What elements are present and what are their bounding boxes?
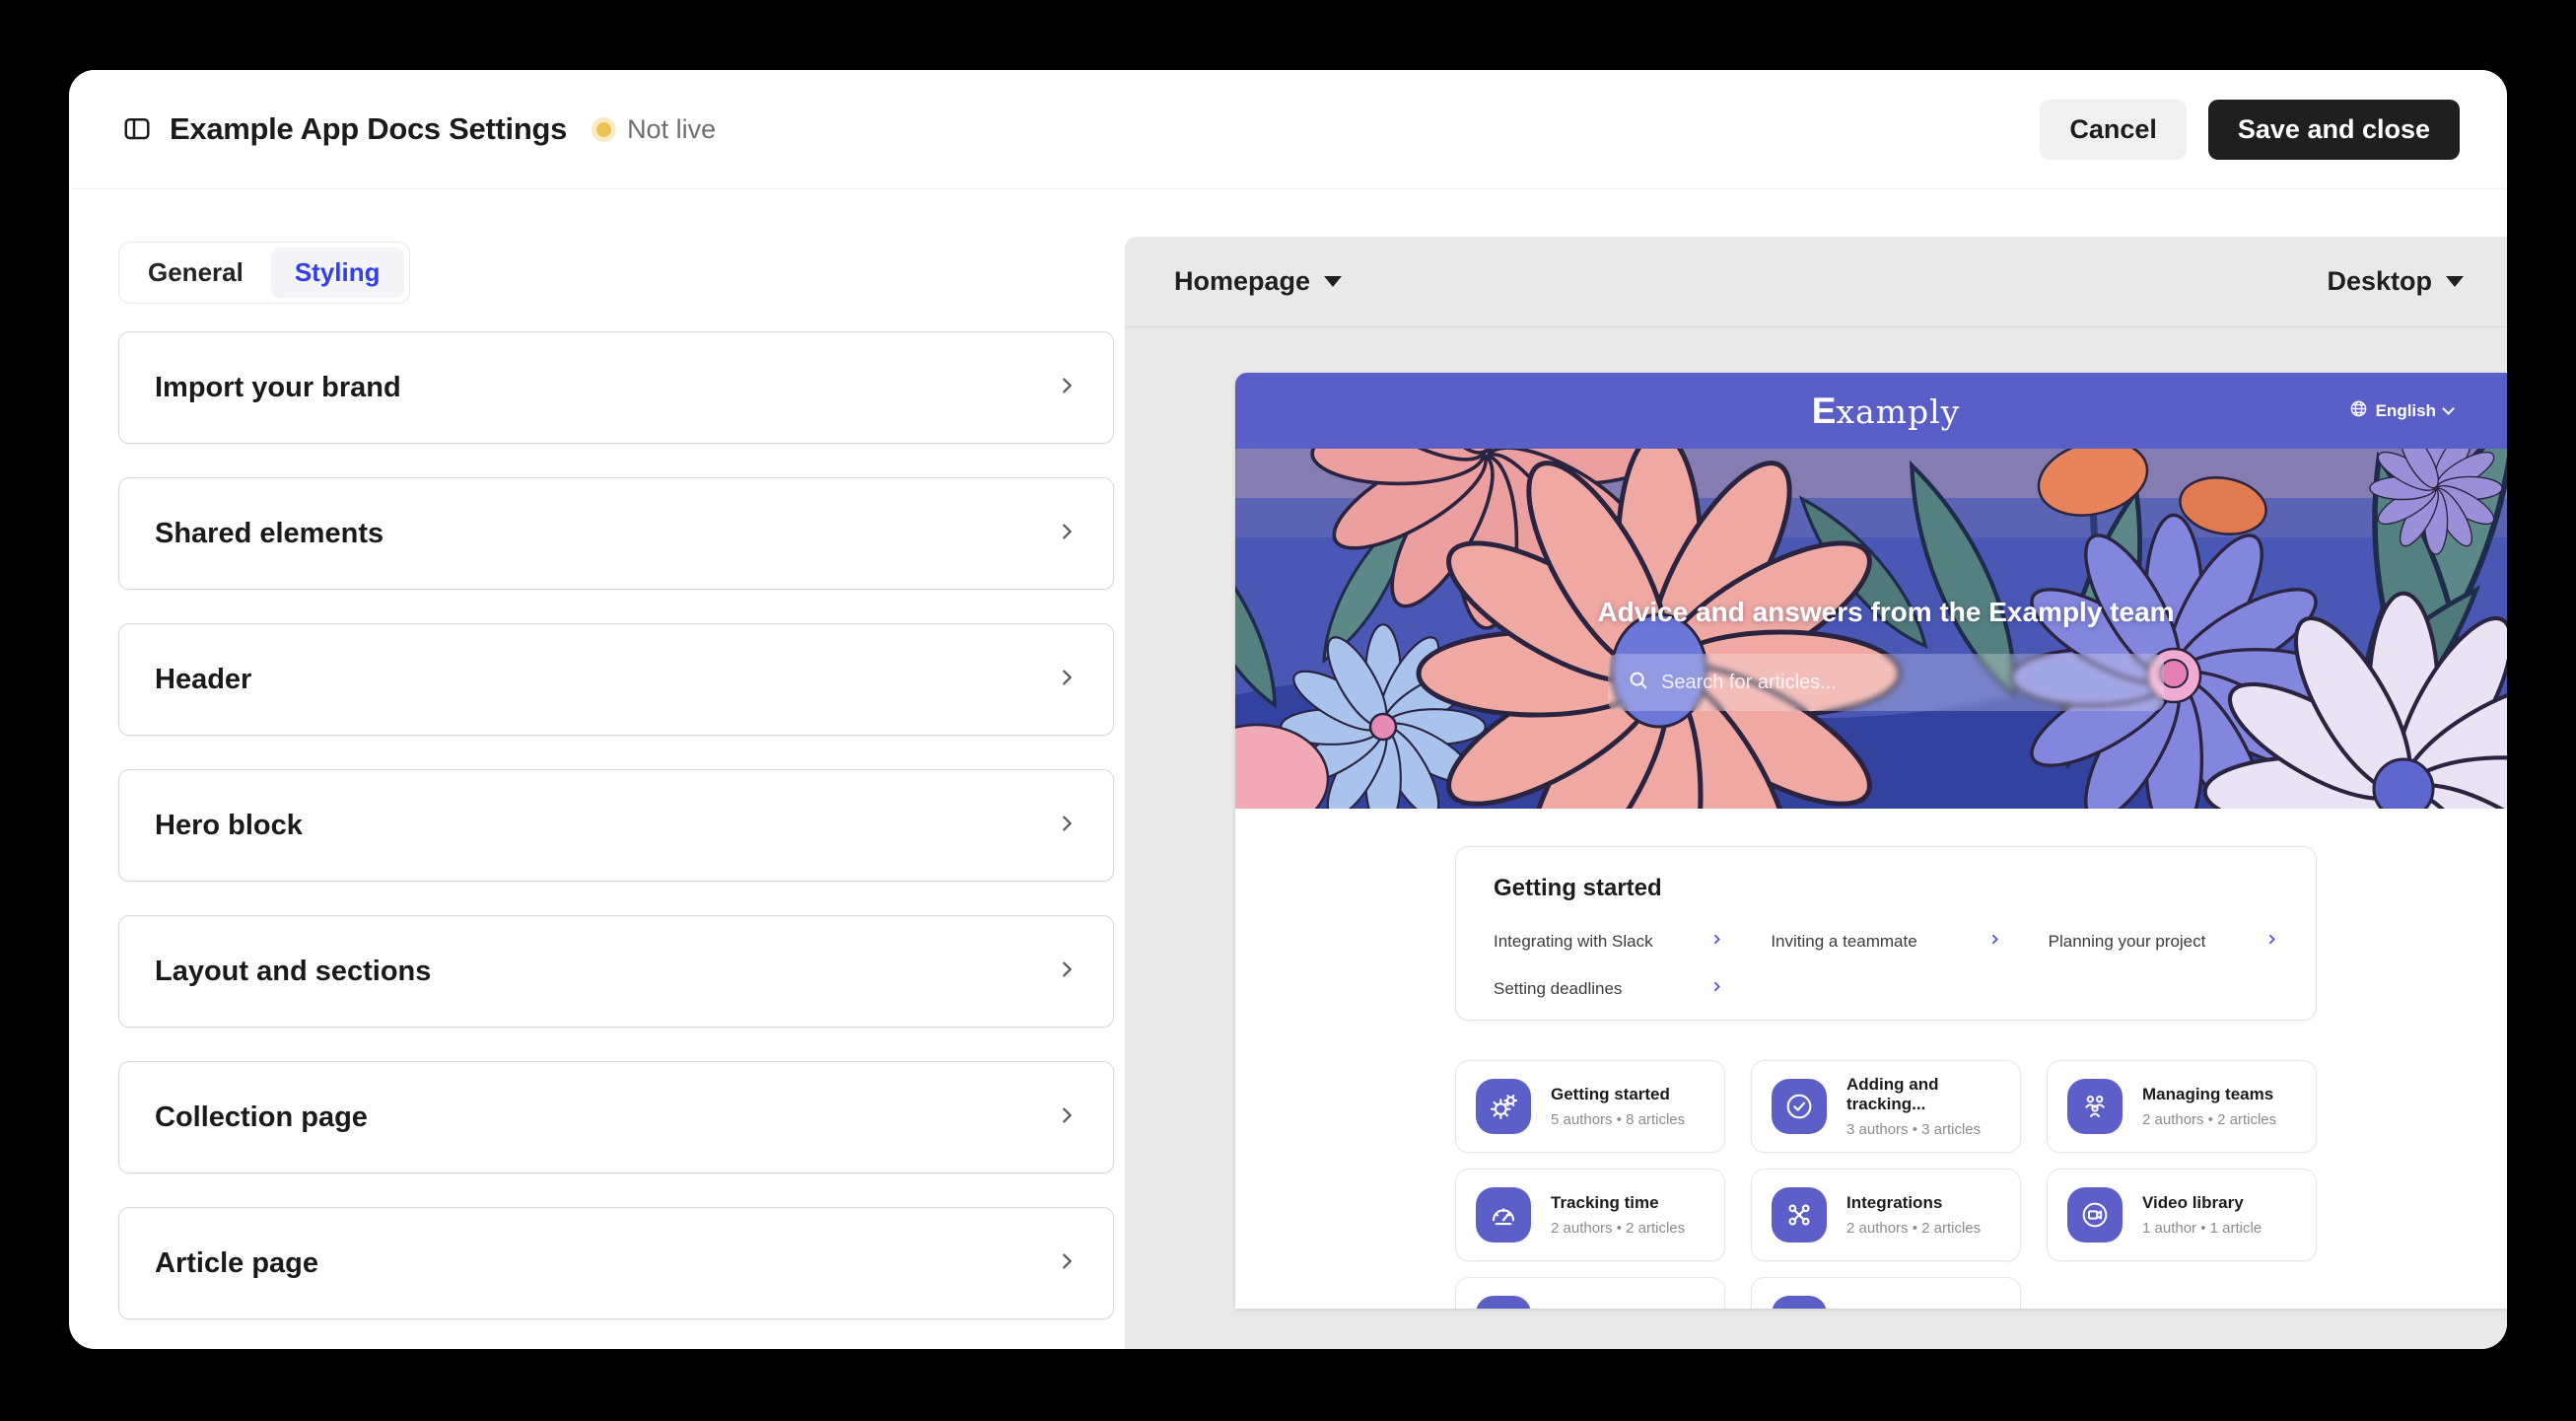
- search-input[interactable]: [1661, 672, 2144, 694]
- styling-section-list: Import your brand Shared elements Header…: [118, 331, 1114, 1319]
- section-label: Import your brand: [155, 372, 401, 404]
- hero-floral-illustration: [1235, 449, 2507, 809]
- section-article-page[interactable]: Article page: [118, 1207, 1114, 1319]
- collection-card[interactable]: Integrations 2 authors • 2 articles: [1751, 1169, 2021, 1261]
- sidebar-toggle-button[interactable]: [120, 112, 154, 146]
- chevron-right-icon: [1056, 1250, 1078, 1277]
- chevron-right-icon: [1056, 959, 1078, 985]
- section-label: Article page: [155, 1247, 318, 1280]
- site-logo[interactable]: Examply: [1812, 391, 1961, 432]
- chevron-right-icon: [1056, 375, 1078, 401]
- status-dot-icon: [596, 122, 611, 137]
- hero-title: Advice and answers from the Examply team: [1235, 597, 2507, 628]
- check-circle-icon: [1772, 1079, 1827, 1134]
- collection-card[interactable]: Installation: [1455, 1277, 1725, 1309]
- chevron-down-icon: [2446, 276, 2464, 287]
- collection-card[interactable]: Managing teams 2 authors • 2 articles: [2047, 1060, 2317, 1153]
- device-selector-label: Desktop: [2327, 266, 2432, 297]
- language-selector[interactable]: English: [2349, 373, 2453, 449]
- site-preview-card: Examply English: [1235, 373, 2507, 1309]
- tab-general[interactable]: General: [124, 248, 267, 298]
- quick-link[interactable]: Setting deadlines: [1494, 979, 1723, 999]
- section-label: Shared elements: [155, 518, 383, 550]
- browser-window-icon: [1772, 1296, 1827, 1309]
- chevron-right-icon: [1056, 521, 1078, 547]
- page-title: Example App Docs Settings: [170, 111, 567, 147]
- status-badge: Not live: [596, 114, 716, 145]
- section-label: Hero block: [155, 810, 303, 842]
- page-selector-label: Homepage: [1174, 266, 1310, 297]
- tab-styling[interactable]: Styling: [271, 248, 404, 298]
- language-label: English: [2376, 401, 2436, 421]
- team-icon: [2067, 1079, 2123, 1134]
- collections-grid: Getting started 5 authors • 8 articles: [1455, 1060, 2317, 1309]
- collection-card[interactable]: Beta releases: [1751, 1277, 2021, 1309]
- collection-card[interactable]: Getting started 5 authors • 8 articles: [1455, 1060, 1725, 1153]
- collection-card[interactable]: Adding and tracking... 3 authors • 3 art…: [1751, 1060, 2021, 1153]
- globe-icon: [2349, 399, 2368, 423]
- video-camera-icon: [2067, 1187, 2123, 1243]
- chevron-right-icon: [1056, 1104, 1078, 1131]
- chevron-down-icon: [2442, 402, 2455, 415]
- sidebar-layout-icon: [122, 113, 152, 146]
- chevron-right-icon: [1710, 933, 1723, 951]
- header-actions: Cancel Save and close: [2040, 100, 2460, 160]
- browser-window-icon: [1476, 1296, 1531, 1309]
- getting-started-title: Getting started: [1494, 875, 2278, 902]
- settings-tabs: General Styling: [118, 242, 410, 304]
- search-icon: [1628, 670, 1649, 696]
- quick-link[interactable]: Inviting a teammate: [1771, 932, 2000, 952]
- site-body: Getting started Integrating with Slack I…: [1235, 809, 2507, 1309]
- quick-link[interactable]: Planning your project: [2049, 932, 2278, 952]
- chevron-right-icon: [1056, 667, 1078, 693]
- preview-pane: Homepage Desktop Examply: [1125, 237, 2507, 1349]
- tools-icon: [1772, 1187, 1827, 1243]
- chevron-right-icon: [1988, 933, 2001, 951]
- section-header[interactable]: Header: [118, 623, 1114, 736]
- page-selector-dropdown[interactable]: Homepage: [1174, 266, 1342, 297]
- save-and-close-button[interactable]: Save and close: [2208, 100, 2460, 160]
- app-header: Example App Docs Settings Not live Cance…: [69, 70, 2507, 189]
- collection-card[interactable]: Tracking time 2 authors • 2 articles: [1455, 1169, 1725, 1261]
- search-bar[interactable]: [1608, 654, 2164, 711]
- section-label: Collection page: [155, 1101, 368, 1134]
- gear-icon: [1476, 1079, 1531, 1134]
- collection-card[interactable]: Video library 1 author • 1 article: [2047, 1169, 2317, 1261]
- hero-block: Advice and answers from the Examply team: [1235, 449, 2507, 809]
- getting-started-panel: Getting started Integrating with Slack I…: [1455, 846, 2317, 1021]
- preview-pane-header: Homepage Desktop: [1125, 237, 2507, 327]
- quick-link[interactable]: Integrating with Slack: [1494, 932, 1723, 952]
- section-import-your-brand[interactable]: Import your brand: [118, 331, 1114, 444]
- status-label: Not live: [627, 114, 716, 145]
- section-layout-and-sections[interactable]: Layout and sections: [118, 915, 1114, 1028]
- section-label: Layout and sections: [155, 956, 431, 988]
- site-header: Examply English: [1235, 373, 2507, 449]
- device-selector-dropdown[interactable]: Desktop: [2327, 266, 2464, 297]
- screen-background: Example App Docs Settings Not live Cance…: [0, 0, 2576, 1421]
- section-label: Header: [155, 664, 251, 696]
- chevron-down-icon: [1324, 276, 1342, 287]
- chevron-right-icon: [2265, 933, 2278, 951]
- chevron-right-icon: [1056, 813, 1078, 839]
- logo-text: E: [1812, 391, 1837, 432]
- settings-window: Example App Docs Settings Not live Cance…: [69, 70, 2507, 1349]
- section-collection-page[interactable]: Collection page: [118, 1061, 1114, 1173]
- cancel-button[interactable]: Cancel: [2040, 100, 2187, 160]
- section-shared-elements[interactable]: Shared elements: [118, 477, 1114, 590]
- section-hero-block[interactable]: Hero block: [118, 769, 1114, 882]
- speedometer-icon: [1476, 1187, 1531, 1243]
- chevron-right-icon: [1710, 980, 1723, 998]
